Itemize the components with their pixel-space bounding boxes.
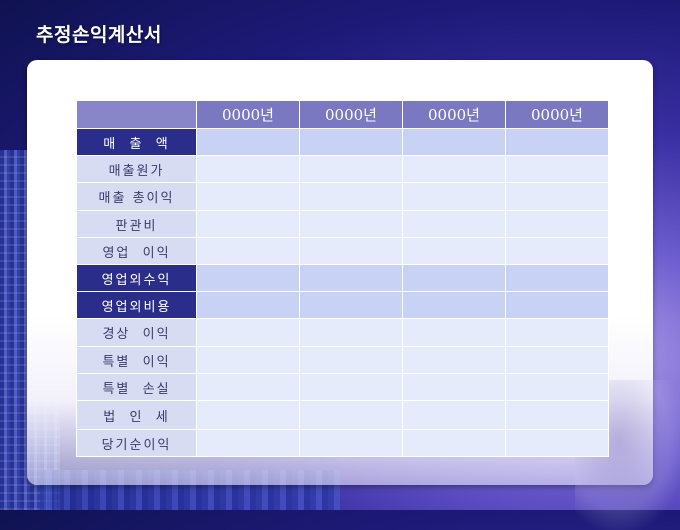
value-cell[interactable] (299, 264, 403, 292)
table-header-row: 0000년 0000년 0000년 0000년 (76, 100, 609, 129)
value-cell[interactable] (196, 429, 300, 457)
value-cell[interactable] (402, 400, 506, 430)
value-cell[interactable] (505, 346, 609, 374)
value-cell[interactable] (505, 400, 609, 430)
value-cell[interactable] (299, 318, 403, 347)
year-header: 0000년 (505, 100, 609, 129)
value-cell[interactable] (196, 400, 300, 430)
value-cell[interactable] (299, 400, 403, 430)
value-cell[interactable] (505, 182, 609, 211)
value-cell[interactable] (196, 155, 300, 183)
table-row: 영업외비용 (76, 291, 609, 319)
row-label: 매 출 액 (76, 128, 197, 156)
value-cell[interactable] (299, 346, 403, 374)
row-label: 법 인 세 (76, 400, 197, 430)
value-cell[interactable] (505, 210, 609, 238)
row-label: 당기순이익 (76, 429, 197, 457)
value-cell[interactable] (299, 182, 403, 211)
value-cell[interactable] (402, 429, 506, 457)
value-cell[interactable] (402, 373, 506, 401)
table-row: 당기순이익 (76, 429, 609, 457)
row-label: 경상 이익 (76, 318, 197, 347)
value-cell[interactable] (402, 128, 506, 156)
value-cell[interactable] (196, 318, 300, 347)
value-cell[interactable] (196, 291, 300, 319)
value-cell[interactable] (402, 264, 506, 292)
year-header: 0000년 (196, 100, 300, 129)
value-cell[interactable] (402, 182, 506, 211)
value-cell[interactable] (505, 429, 609, 457)
value-cell[interactable] (196, 182, 300, 211)
table-row: 매출 총이익 (76, 182, 609, 211)
value-cell[interactable] (299, 128, 403, 156)
value-cell[interactable] (299, 291, 403, 319)
table-row: 영업 이익 (76, 237, 609, 265)
value-cell[interactable] (196, 264, 300, 292)
table-row: 매출원가 (76, 155, 609, 183)
row-label: 영업외수익 (76, 264, 197, 292)
value-cell[interactable] (505, 155, 609, 183)
value-cell[interactable] (299, 210, 403, 238)
table-row: 매 출 액 (76, 128, 609, 156)
value-cell[interactable] (402, 346, 506, 374)
value-cell[interactable] (505, 318, 609, 347)
value-cell[interactable] (505, 264, 609, 292)
value-cell[interactable] (505, 237, 609, 265)
header-corner-cell (76, 100, 197, 129)
row-label: 매출 총이익 (76, 182, 197, 211)
table-row: 특별 손실 (76, 373, 609, 401)
income-statement-table: 0000년 0000년 0000년 0000년 매 출 액 매출원가 매출 총이익 판… (76, 100, 609, 457)
value-cell[interactable] (299, 155, 403, 183)
value-cell[interactable] (299, 429, 403, 457)
year-header: 0000년 (299, 100, 403, 129)
value-cell[interactable] (196, 128, 300, 156)
value-cell[interactable] (402, 155, 506, 183)
value-cell[interactable] (196, 346, 300, 374)
value-cell[interactable] (505, 128, 609, 156)
value-cell[interactable] (299, 373, 403, 401)
row-label: 영업외비용 (76, 291, 197, 319)
value-cell[interactable] (505, 373, 609, 401)
row-label: 특별 이익 (76, 346, 197, 374)
year-header: 0000년 (402, 100, 506, 129)
row-label: 매출원가 (76, 155, 197, 183)
value-cell[interactable] (196, 373, 300, 401)
table-row: 법 인 세 (76, 400, 609, 430)
row-label: 영업 이익 (76, 237, 197, 265)
value-cell[interactable] (402, 237, 506, 265)
table-row: 판관비 (76, 210, 609, 238)
value-cell[interactable] (402, 291, 506, 319)
table-row: 경상 이익 (76, 318, 609, 347)
value-cell[interactable] (196, 210, 300, 238)
value-cell[interactable] (505, 291, 609, 319)
table-row: 특별 이익 (76, 346, 609, 374)
page-title: 추정손익계산서 (36, 24, 162, 46)
value-cell[interactable] (299, 237, 403, 265)
value-cell[interactable] (402, 318, 506, 347)
row-label: 판관비 (76, 210, 197, 238)
value-cell[interactable] (196, 237, 300, 265)
value-cell[interactable] (402, 210, 506, 238)
table-row: 영업외수익 (76, 264, 609, 292)
row-label: 특별 손실 (76, 373, 197, 401)
